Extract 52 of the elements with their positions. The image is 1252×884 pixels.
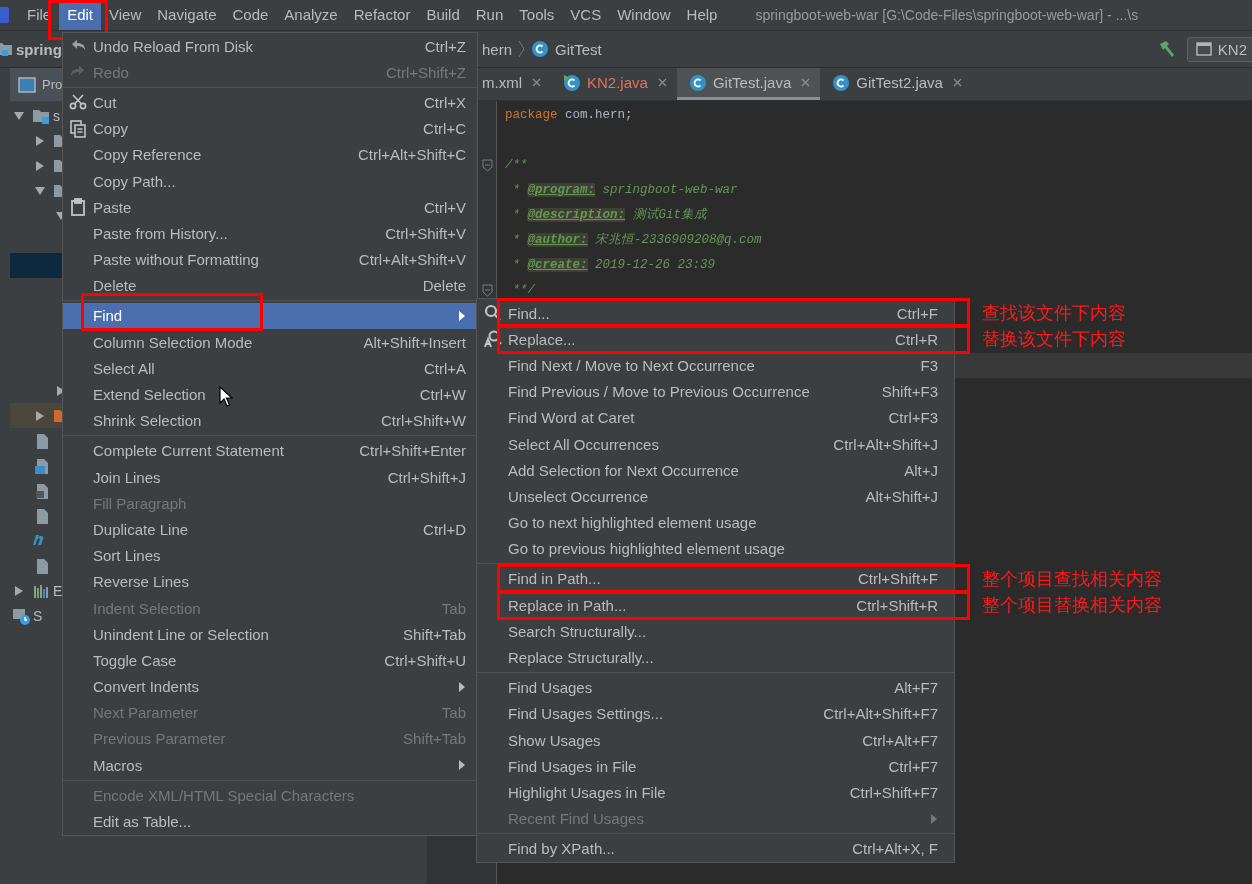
shortcut-text: Ctrl+Alt+X, F: [851, 840, 938, 858]
code-line: * @author: 宋兆恒-2336909208@q.com: [511, 231, 763, 249]
shortcut-text: Alt+J: [903, 461, 938, 479]
shortcut-text: Shift+F3: [880, 383, 938, 401]
shortcut-text: Ctrl+D: [422, 520, 466, 538]
annotation-note: 整个项目查找相关内容: [982, 566, 1162, 591]
tree-label: s: [53, 107, 60, 124]
code-line: /**: [504, 157, 529, 174]
shortcut-text: F3: [919, 356, 938, 374]
shortcut-text: Ctrl+Alt+Shift+F7: [822, 705, 938, 723]
window-title: springboot-web-war [G:\Code-Files\springboot-web-war] - ...\s: [755, 7, 1139, 23]
code-line: * @description: 测试Git集成: [511, 207, 709, 224]
shortcut-text: Ctrl+Shift+Z: [384, 63, 466, 81]
shortcut-text: Ctrl+Shift+J: [386, 468, 466, 486]
shortcut-text: Alt+F7: [893, 679, 938, 697]
annotation-note: 查找该文件下内容: [982, 301, 1126, 326]
annotation-note: 整个项目替换相关内容: [982, 593, 1162, 618]
shortcut-text: Ctrl+Alt+Shift+V: [357, 251, 466, 269]
shortcut-text: Ctrl+X: [422, 93, 466, 111]
shortcut-text: Shift+Tab: [402, 625, 466, 643]
code-line: * @program: springboot-web-war: [511, 182, 739, 199]
shortcut-text: Ctrl+F3: [887, 409, 938, 427]
shortcut-text: Shift+Tab: [402, 730, 466, 748]
code-line: package com.hern;: [504, 107, 634, 124]
shortcut-text: Ctrl+Alt+F7: [861, 731, 938, 749]
shortcut-text: Ctrl+Shift+V: [384, 224, 466, 242]
shortcut-text: Ctrl+Z: [423, 37, 466, 55]
shortcut-text: Alt+Shift+J: [864, 487, 938, 505]
shortcut-text: Ctrl+Shift+W: [379, 412, 466, 430]
shortcut-text: Ctrl+Alt+Shift+J: [832, 435, 938, 453]
shortcut-text: Ctrl+Shift+F7: [848, 783, 938, 801]
shortcut-text: Ctrl+Shift+R: [855, 596, 938, 614]
tree-label: E: [53, 582, 63, 599]
shortcut-text: Alt+Shift+Insert: [362, 333, 466, 351]
shortcut-text: Ctrl+F: [895, 304, 938, 322]
code-line: **/: [511, 282, 536, 299]
code-line: * @create: 2019-12-26 23:39: [511, 257, 717, 274]
shortcut-text: Tab: [440, 704, 466, 722]
shortcut-text: Ctrl+Alt+Shift+C: [357, 146, 466, 164]
shortcut-text: Ctrl+Shift+F: [856, 570, 938, 588]
shortcut-text: Ctrl+V: [422, 198, 466, 216]
shortcut-text: Delete: [421, 277, 466, 295]
shortcut-text: Ctrl+C: [422, 120, 466, 138]
tree-label: S: [33, 607, 43, 624]
shortcut-text: Ctrl+R: [894, 330, 938, 348]
shortcut-text: Ctrl+Shift+U: [383, 651, 466, 669]
shortcut-text: Tab: [440, 599, 466, 617]
shortcut-text: Ctrl+Shift+Enter: [358, 442, 466, 460]
annotation-note: 替换该文件下内容: [982, 327, 1126, 352]
shortcut-text: Ctrl+A: [422, 359, 466, 377]
shortcut-text: Ctrl+W: [418, 386, 466, 404]
shortcut-text: Ctrl+F7: [887, 757, 938, 775]
